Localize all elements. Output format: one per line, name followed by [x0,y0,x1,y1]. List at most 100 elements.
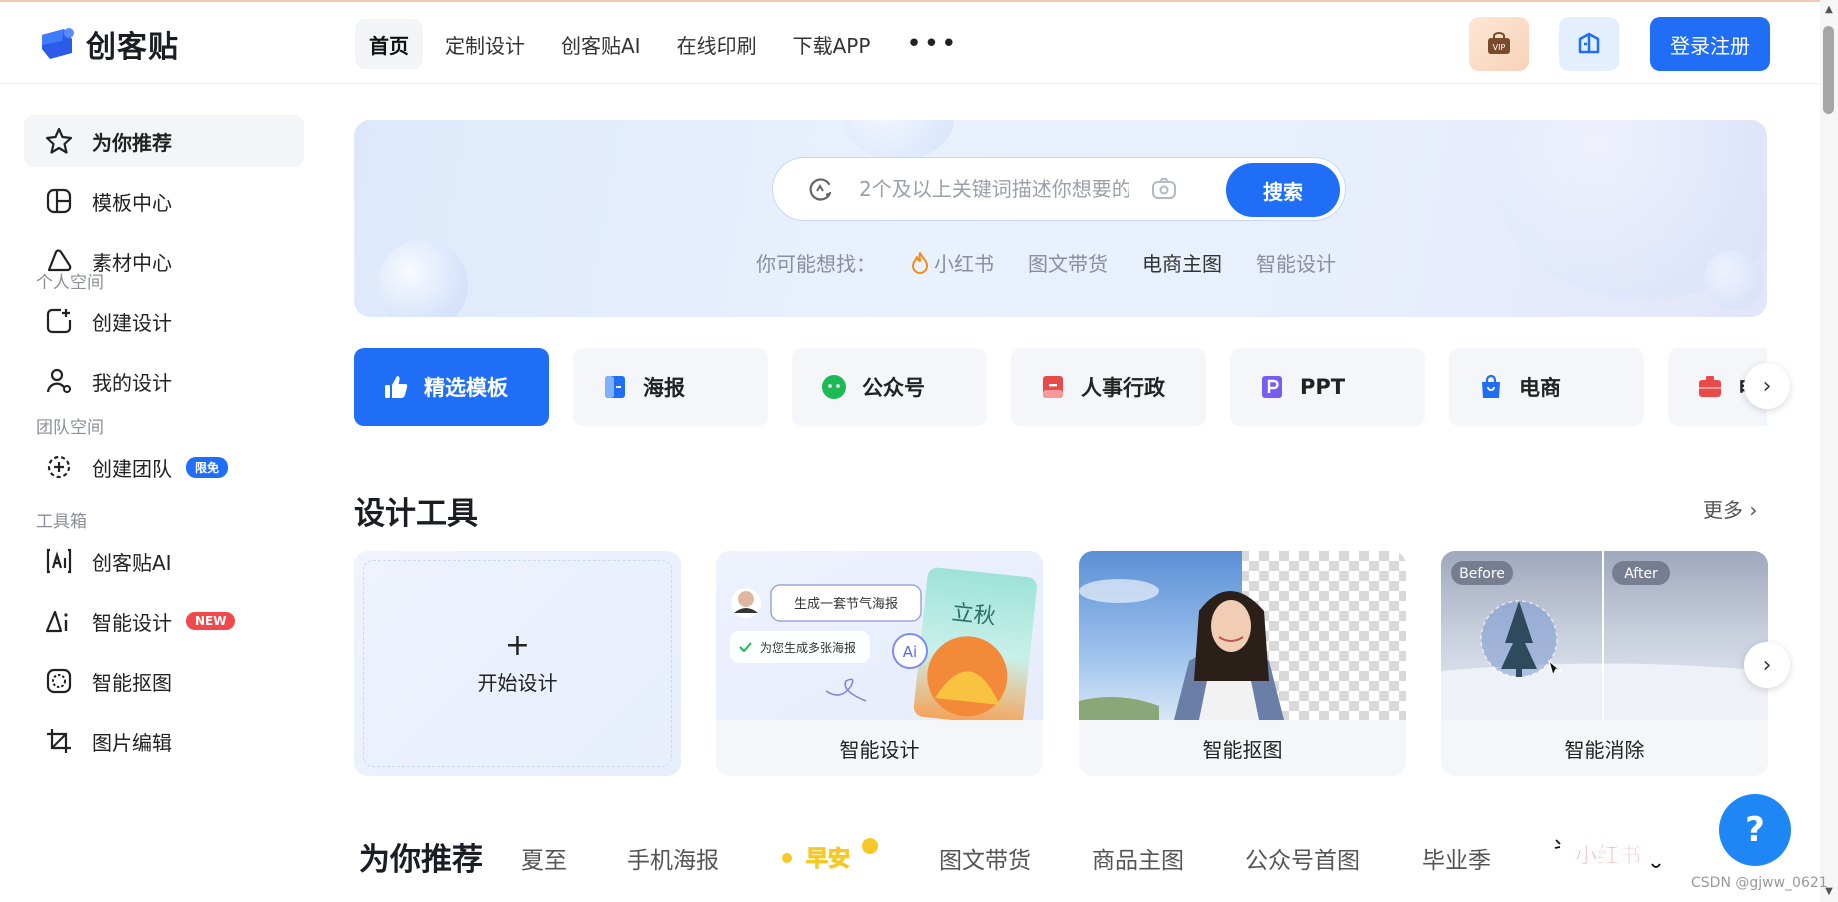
smart-cutout-image [1079,551,1406,720]
design-tools-more[interactable]: 更多 › [1703,494,1757,523]
suggestion-ecommerce-main[interactable]: 电商主图 [1142,248,1222,277]
result-bubble: 为您生成多张海报 [760,640,856,655]
scroll-up-icon[interactable]: ▲ [1823,4,1835,16]
sidebar-item-ai[interactable]: 创客贴AI [24,535,304,587]
wechat-icon [822,375,846,399]
recommend-tab[interactable]: 夏至 [521,841,567,875]
search-banner: 搜索 你可能想找： 小红书 图文带货 电商主图 智能设计 [354,120,1767,317]
free-badge: 限免 [186,456,229,478]
start-design-inner: + 开始设计 [363,560,672,767]
decor-bubble [844,120,954,160]
smart-design-icon [45,610,68,633]
category-poster[interactable]: 海报 [573,348,768,426]
suggestions-label: 你可能想找： [756,252,876,276]
tools-next-arrow-icon[interactable]: › [1744,642,1790,688]
user-icon [46,368,71,393]
tool-smart-design[interactable]: 立秋 生成一套节气海报 为您生成多张海报 Ai 智能设计 [716,551,1043,776]
sidebar-item-label: 创建设计 [92,310,172,335]
recommend-tab[interactable]: 商品主图 [1092,841,1184,875]
help-button[interactable]: ? [1719,794,1791,866]
tool-smart-erase[interactable]: Before After 智能消除 [1441,551,1768,776]
category-wechat[interactable]: 公众号 [792,348,987,426]
search-button[interactable]: 搜索 [1226,163,1340,217]
scrollbar[interactable] [1820,0,1838,902]
header: 创客贴 首页 定制设计 创客贴AI 在线印刷 下载APP ••• VIP 登录注… [0,2,1820,84]
recommend-title: 为你推荐 [359,842,483,878]
recommend-tab-xiaohongshu[interactable]: 小红书 [1552,834,1664,880]
sidebar-item-label: 素材中心 [92,250,172,275]
category-label: 海报 [643,376,685,400]
tool-label: 智能消除 [1564,737,1645,762]
hr-doc-icon [1043,376,1063,398]
nav-print[interactable]: 在线印刷 [663,19,771,69]
category-hr-admin[interactable]: 人事行政 [1011,348,1206,426]
suggestion-graphic-sales[interactable]: 图文带货 [1028,248,1108,277]
star-icon [45,127,73,154]
decor-bubble [1704,250,1764,310]
cutout-icon [46,668,72,694]
recommend-tab[interactable]: 毕业季 [1422,841,1491,875]
recommend-tab[interactable]: 图文带货 [939,841,1031,875]
sidebar-item-label: 创建团队 [92,456,172,481]
poster-text: 立秋 [951,600,997,629]
scrollbar-thumb[interactable] [1823,26,1834,114]
nav-custom-design[interactable]: 定制设计 [431,19,539,69]
sidebar-item-label: 创客贴AI [92,550,172,575]
sidebar-item-recommend[interactable]: 为你推荐 [24,115,304,167]
category-featured[interactable]: 精选模板 [354,348,549,426]
search-box: 搜索 [772,157,1346,221]
smart-design-image: 立秋 生成一套节气海报 为您生成多张海报 Ai [716,551,1043,720]
nav-download-app[interactable]: 下载APP [779,19,885,69]
logo-text: 创客贴 [86,30,179,65]
category-next-arrow-icon[interactable]: › [1744,363,1790,409]
category-ppt[interactable]: PPT [1230,348,1425,426]
new-badge: NEW [186,612,236,630]
vip-bag-icon: VIP [1488,32,1510,54]
poster-icon [605,376,625,398]
briefcase-icon [1699,376,1721,397]
shopping-bag-icon [1482,374,1500,398]
ai-search-icon[interactable] [807,175,835,203]
sidebar-item-smart-design[interactable]: 智能设计 NEW [24,595,304,647]
crop-icon [47,729,71,753]
sidebar: 为你推荐 模板中心 素材中心 个人空间 创建设计 我的设计 团队空间 创建团队 … [0,85,320,902]
suggestion-label: 小红书 [934,252,994,276]
suggestion-xiaohongshu[interactable]: 小红书 [910,248,994,277]
category-label: 公众号 [862,376,925,400]
tool-label: 智能设计 [839,737,920,762]
camera-icon[interactable] [1149,174,1179,204]
sidebar-item-label: 智能设计 [92,610,172,635]
start-design-card[interactable]: + 开始设计 [354,551,681,776]
logo-icon [42,28,74,59]
decor-bubble [378,240,468,317]
tool-smart-cutout[interactable]: 智能抠图 [1079,551,1406,776]
sidebar-item-image-edit[interactable]: 图片编辑 [24,715,304,767]
sidebar-item-my-designs[interactable]: 我的设计 [24,355,304,407]
vip-button[interactable]: VIP [1469,17,1529,71]
login-button[interactable]: 登录注册 [1650,17,1770,71]
nav-more-icon[interactable]: ••• [892,19,972,69]
category-label: 人事行政 [1081,376,1165,400]
download-app-button[interactable] [1559,17,1619,71]
ai-badge: Ai [903,643,917,661]
category-row: 精选模板 海报 公众号 人事行政 PPT 电商 电商 [354,348,1767,426]
recommend-tab[interactable]: 公众号首图 [1245,841,1360,875]
nav-home[interactable]: 首页 [355,19,423,69]
suggestion-smart-design[interactable]: 智能设计 [1256,248,1336,277]
sidebar-item-label: 模板中心 [92,190,172,215]
sidebar-item-create-design[interactable]: 创建设计 [24,295,304,347]
logo[interactable]: 创客贴 [36,22,179,66]
main-nav: 首页 定制设计 创客贴AI 在线印刷 下载APP ••• [355,19,972,69]
recommend-tab[interactable]: 手机海报 [627,841,719,875]
nav-ai[interactable]: 创客贴AI [547,19,655,69]
recommend-tab-morning[interactable]: 早安 [780,836,880,882]
thumbs-up-icon [385,376,408,398]
sidebar-item-create-team[interactable]: 创建团队 限免 [24,441,304,493]
category-ecommerce[interactable]: 电商 [1449,348,1644,426]
sidebar-item-templates[interactable]: 模板中心 [24,175,304,227]
sidebar-item-label: 我的设计 [92,370,172,395]
sidebar-item-cutout[interactable]: 智能抠图 [24,655,304,707]
search-input[interactable] [859,177,1129,201]
before-label: Before [1459,566,1505,582]
team-add-icon [47,455,71,479]
